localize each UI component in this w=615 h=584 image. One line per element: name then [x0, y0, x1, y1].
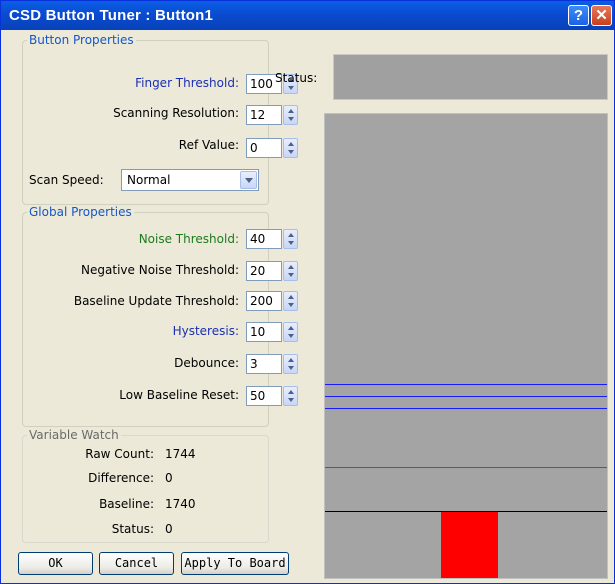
global-properties-legend: Global Properties [29, 205, 132, 219]
threshold-line [325, 396, 607, 397]
noise-threshold-label: Noise Threshold: [138, 232, 239, 246]
spin-down-icon[interactable] [288, 303, 294, 307]
spin-down-icon[interactable] [288, 150, 294, 154]
button-properties-legend: Button Properties [29, 33, 134, 47]
spin-down-icon[interactable] [288, 273, 294, 277]
noise-threshold-input[interactable]: 40 [246, 229, 282, 249]
scan-speed-select[interactable]: Normal [121, 169, 259, 191]
close-button[interactable]: ✕ [591, 5, 612, 26]
help-icon: ? [573, 7, 584, 24]
ref-value-label: Ref Value: [178, 138, 239, 152]
ref-value-spinner[interactable] [283, 138, 298, 158]
cancel-button[interactable]: Cancel [99, 552, 174, 575]
hysteresis-input[interactable]: 10 [246, 322, 282, 342]
scanning-resolution-input[interactable]: 12 [246, 105, 282, 125]
spin-down-icon[interactable] [288, 366, 294, 370]
scan-speed-label: Scan Speed: [29, 173, 104, 187]
noise-threshold-spinner[interactable] [283, 229, 298, 249]
hysteresis-spinner[interactable] [283, 322, 298, 342]
ok-button[interactable]: OK [18, 552, 93, 575]
spin-up-icon[interactable] [288, 358, 294, 362]
title-bar[interactable]: CSD Button Tuner : Button1 ? ✕ [1, 1, 614, 30]
finger-threshold-line [325, 384, 607, 385]
difference-label: Difference: [88, 471, 154, 485]
debounce-label: Debounce: [174, 356, 239, 370]
signal-bar [441, 512, 498, 578]
hysteresis-label: Hysteresis: [172, 324, 239, 338]
spin-up-icon[interactable] [288, 142, 294, 146]
negative-noise-threshold-spinner[interactable] [283, 261, 298, 281]
help-button[interactable]: ? [568, 5, 589, 26]
scanning-resolution-spinner[interactable] [283, 105, 298, 125]
debounce-input[interactable]: 3 [246, 354, 282, 374]
close-icon: ✕ [595, 7, 608, 24]
baseline-update-threshold-label: Baseline Update Threshold: [73, 294, 239, 308]
spin-up-icon[interactable] [288, 265, 294, 269]
noise-threshold-line [325, 467, 607, 468]
status-label: Status: [275, 71, 318, 85]
spin-down-icon[interactable] [288, 117, 294, 121]
difference-value: 0 [165, 471, 173, 485]
spin-down-icon[interactable] [288, 398, 294, 402]
spin-up-icon[interactable] [288, 109, 294, 113]
spin-down-icon[interactable] [288, 334, 294, 338]
low-baseline-reset-input[interactable]: 50 [246, 386, 282, 406]
low-baseline-reset-spinner[interactable] [283, 386, 298, 406]
baseline-value: 1740 [165, 497, 196, 511]
baseline-label: Baseline: [99, 497, 154, 511]
chevron-down-icon[interactable] [240, 171, 257, 189]
spin-down-icon[interactable] [288, 86, 294, 90]
baseline-update-threshold-spinner[interactable] [283, 291, 298, 311]
spin-up-icon[interactable] [288, 326, 294, 330]
hysteresis-line [325, 408, 607, 409]
scanning-resolution-label: Scanning Resolution: [113, 106, 239, 120]
raw-count-label: Raw Count: [85, 447, 154, 461]
finger-threshold-label: Finger Threshold: [135, 76, 239, 90]
spin-up-icon[interactable] [288, 295, 294, 299]
spin-down-icon[interactable] [288, 241, 294, 245]
variable-watch-legend: Variable Watch [29, 428, 119, 442]
signal-graph [324, 113, 608, 579]
apply-to-board-button[interactable]: Apply To Board [181, 552, 289, 575]
negative-noise-threshold-label: Negative Noise Threshold: [81, 263, 239, 277]
ref-value-input[interactable]: 0 [246, 138, 282, 158]
status-indicator [333, 54, 608, 100]
debounce-spinner[interactable] [283, 354, 298, 374]
watch-status-label: Status: [111, 522, 154, 536]
negative-noise-threshold-input[interactable]: 20 [246, 261, 282, 281]
low-baseline-reset-label: Low Baseline Reset: [119, 388, 239, 402]
baseline-update-threshold-input[interactable]: 200 [246, 291, 282, 311]
raw-count-value: 1744 [165, 447, 196, 461]
csd-button-tuner-window: CSD Button Tuner : Button1 ? ✕ Button Pr… [0, 0, 615, 584]
spin-up-icon[interactable] [288, 233, 294, 237]
watch-status-value: 0 [165, 522, 173, 536]
window-title: CSD Button Tuner : Button1 [9, 7, 214, 24]
spin-up-icon[interactable] [288, 390, 294, 394]
